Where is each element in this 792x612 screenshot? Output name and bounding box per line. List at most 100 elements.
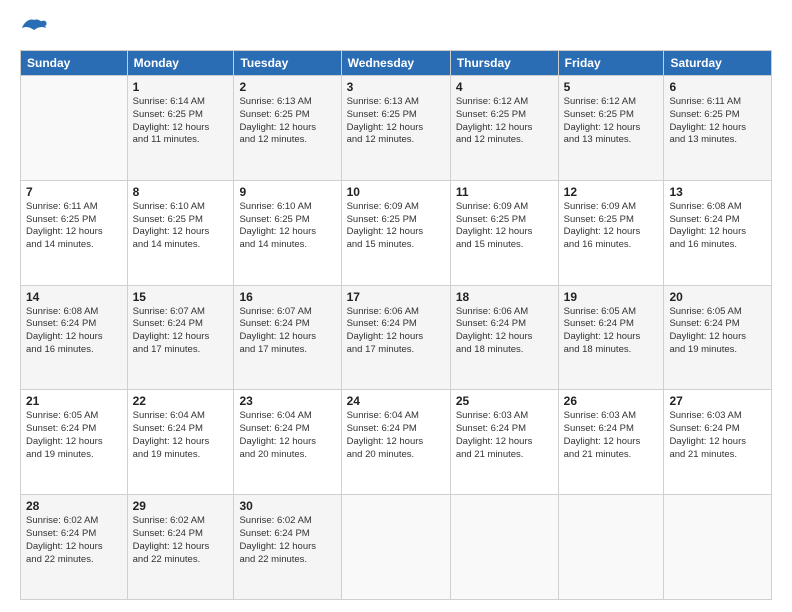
weekday-header-row: SundayMondayTuesdayWednesdayThursdayFrid… <box>21 51 772 76</box>
calendar-cell: 16Sunrise: 6:07 AM Sunset: 6:24 PM Dayli… <box>234 285 341 390</box>
calendar-cell: 8 Sunrise: 6:10 AM Sunset: 6:25 PM Daylig… <box>127 180 234 285</box>
calendar-cell <box>664 495 772 600</box>
day-number: 19 <box>564 290 659 304</box>
day-number: 2 <box>239 80 335 94</box>
calendar-cell: 14 Sunrise: 6:08 AM Sunset: 6:24 PM Dayli… <box>21 285 128 390</box>
day-number: 14 <box>26 290 122 304</box>
day-number: 22 <box>133 394 229 408</box>
calendar-cell <box>450 495 558 600</box>
day-info: Sunrise: 6:13 AM Sunset: 6:25 PM Dayligh… <box>239 96 335 147</box>
calendar-cell: 29 Sunrise: 6:02 AM Sunset: 6:24 PM Dayli… <box>127 495 234 600</box>
day-number: 9 <box>239 185 335 199</box>
day-info: Sunrise: 6:02 AM Sunset: 6:24 PM Dayligh… <box>133 515 229 566</box>
calendar-cell: 27 Sunrise: 6:03 AM Sunset: 6:24 PM Dayli… <box>664 390 772 495</box>
day-number: 26 <box>564 394 659 408</box>
day-number: 7 <box>26 185 122 199</box>
day-info: Sunrise: 6:11 AM Sunset: 6:25 PM Dayligh… <box>26 201 122 252</box>
weekday-header-wednesday: Wednesday <box>341 51 450 76</box>
calendar-cell: 26 Sunrise: 6:03 AM Sunset: 6:24 PM Dayli… <box>558 390 664 495</box>
calendar-cell: 24Sunrise: 6:04 AM Sunset: 6:24 PM Dayli… <box>341 390 450 495</box>
calendar-cell: 12 Sunrise: 6:09 AM Sunset: 6:25 PM Dayli… <box>558 180 664 285</box>
day-number: 27 <box>669 394 766 408</box>
day-info: Sunrise: 6:06 AM Sunset: 6:24 PM Dayligh… <box>456 306 553 357</box>
day-number: 12 <box>564 185 659 199</box>
day-info: Sunrise: 6:07 AM Sunset: 6:24 PM Dayligh… <box>133 306 229 357</box>
day-number: 8 <box>133 185 229 199</box>
calendar-table: SundayMondayTuesdayWednesdayThursdayFrid… <box>20 50 772 600</box>
day-info: Sunrise: 6:09 AM Sunset: 6:25 PM Dayligh… <box>564 201 659 252</box>
calendar-cell: 6Sunrise: 6:11 AM Sunset: 6:25 PM Daylig… <box>664 76 772 181</box>
calendar-cell: 22 Sunrise: 6:04 AM Sunset: 6:24 PM Dayli… <box>127 390 234 495</box>
logo-icon <box>20 16 48 40</box>
calendar-cell <box>558 495 664 600</box>
calendar-cell: 20 Sunrise: 6:05 AM Sunset: 6:24 PM Dayli… <box>664 285 772 390</box>
weekday-header-sunday: Sunday <box>21 51 128 76</box>
day-info: Sunrise: 6:13 AM Sunset: 6:25 PM Dayligh… <box>347 96 445 147</box>
weekday-header-friday: Friday <box>558 51 664 76</box>
day-number: 15 <box>133 290 229 304</box>
day-number: 1 <box>133 80 229 94</box>
calendar-cell: 21Sunrise: 6:05 AM Sunset: 6:24 PM Dayli… <box>21 390 128 495</box>
day-number: 3 <box>347 80 445 94</box>
calendar-body: 1 Sunrise: 6:14 AM Sunset: 6:25 PM Daylig… <box>21 76 772 600</box>
day-info: Sunrise: 6:03 AM Sunset: 6:24 PM Dayligh… <box>456 410 553 461</box>
calendar-cell: 30Sunrise: 6:02 AM Sunset: 6:24 PM Dayli… <box>234 495 341 600</box>
calendar-cell: 23 Sunrise: 6:04 AM Sunset: 6:24 PM Dayli… <box>234 390 341 495</box>
calendar-week-2: 7 Sunrise: 6:11 AM Sunset: 6:25 PM Daylig… <box>21 180 772 285</box>
day-info: Sunrise: 6:05 AM Sunset: 6:24 PM Dayligh… <box>564 306 659 357</box>
day-info: Sunrise: 6:09 AM Sunset: 6:25 PM Dayligh… <box>456 201 553 252</box>
logo <box>20 16 52 40</box>
calendar-cell: 9 Sunrise: 6:10 AM Sunset: 6:25 PM Daylig… <box>234 180 341 285</box>
day-number: 6 <box>669 80 766 94</box>
calendar-week-5: 28 Sunrise: 6:02 AM Sunset: 6:24 PM Dayli… <box>21 495 772 600</box>
day-info: Sunrise: 6:03 AM Sunset: 6:24 PM Dayligh… <box>669 410 766 461</box>
calendar-cell <box>341 495 450 600</box>
calendar-cell: 5 Sunrise: 6:12 AM Sunset: 6:25 PM Daylig… <box>558 76 664 181</box>
day-info: Sunrise: 6:10 AM Sunset: 6:25 PM Dayligh… <box>133 201 229 252</box>
calendar-cell: 10Sunrise: 6:09 AM Sunset: 6:25 PM Dayli… <box>341 180 450 285</box>
day-number: 20 <box>669 290 766 304</box>
weekday-header-thursday: Thursday <box>450 51 558 76</box>
weekday-header-tuesday: Tuesday <box>234 51 341 76</box>
calendar-week-3: 14 Sunrise: 6:08 AM Sunset: 6:24 PM Dayli… <box>21 285 772 390</box>
day-info: Sunrise: 6:08 AM Sunset: 6:24 PM Dayligh… <box>26 306 122 357</box>
day-number: 13 <box>669 185 766 199</box>
day-number: 29 <box>133 499 229 513</box>
calendar-cell: 18Sunrise: 6:06 AM Sunset: 6:24 PM Dayli… <box>450 285 558 390</box>
day-number: 4 <box>456 80 553 94</box>
day-info: Sunrise: 6:03 AM Sunset: 6:24 PM Dayligh… <box>564 410 659 461</box>
calendar-cell: 17 Sunrise: 6:06 AM Sunset: 6:24 PM Dayli… <box>341 285 450 390</box>
calendar-week-4: 21Sunrise: 6:05 AM Sunset: 6:24 PM Dayli… <box>21 390 772 495</box>
day-info: Sunrise: 6:14 AM Sunset: 6:25 PM Dayligh… <box>133 96 229 147</box>
weekday-header-monday: Monday <box>127 51 234 76</box>
day-info: Sunrise: 6:06 AM Sunset: 6:24 PM Dayligh… <box>347 306 445 357</box>
day-number: 16 <box>239 290 335 304</box>
calendar-cell: 13 Sunrise: 6:08 AM Sunset: 6:24 PM Dayli… <box>664 180 772 285</box>
day-number: 17 <box>347 290 445 304</box>
day-info: Sunrise: 6:09 AM Sunset: 6:25 PM Dayligh… <box>347 201 445 252</box>
day-info: Sunrise: 6:12 AM Sunset: 6:25 PM Dayligh… <box>456 96 553 147</box>
calendar-cell: 2 Sunrise: 6:13 AM Sunset: 6:25 PM Daylig… <box>234 76 341 181</box>
calendar-cell: 7 Sunrise: 6:11 AM Sunset: 6:25 PM Daylig… <box>21 180 128 285</box>
day-number: 24 <box>347 394 445 408</box>
calendar-cell: 28Sunrise: 6:02 AM Sunset: 6:24 PM Dayli… <box>21 495 128 600</box>
calendar-cell: 19 Sunrise: 6:05 AM Sunset: 6:24 PM Dayli… <box>558 285 664 390</box>
weekday-header-saturday: Saturday <box>664 51 772 76</box>
calendar-cell: 3 Sunrise: 6:13 AM Sunset: 6:25 PM Daylig… <box>341 76 450 181</box>
day-number: 11 <box>456 185 553 199</box>
calendar-cell: 4 Sunrise: 6:12 AM Sunset: 6:25 PM Daylig… <box>450 76 558 181</box>
day-info: Sunrise: 6:05 AM Sunset: 6:24 PM Dayligh… <box>669 306 766 357</box>
day-info: Sunrise: 6:10 AM Sunset: 6:25 PM Dayligh… <box>239 201 335 252</box>
day-info: Sunrise: 6:12 AM Sunset: 6:25 PM Dayligh… <box>564 96 659 147</box>
day-info: Sunrise: 6:04 AM Sunset: 6:24 PM Dayligh… <box>239 410 335 461</box>
day-number: 21 <box>26 394 122 408</box>
day-info: Sunrise: 6:04 AM Sunset: 6:24 PM Dayligh… <box>133 410 229 461</box>
day-number: 5 <box>564 80 659 94</box>
calendar-cell: 11 Sunrise: 6:09 AM Sunset: 6:25 PM Dayli… <box>450 180 558 285</box>
day-number: 30 <box>239 499 335 513</box>
day-number: 28 <box>26 499 122 513</box>
header <box>20 16 772 40</box>
day-number: 25 <box>456 394 553 408</box>
day-number: 23 <box>239 394 335 408</box>
day-info: Sunrise: 6:08 AM Sunset: 6:24 PM Dayligh… <box>669 201 766 252</box>
